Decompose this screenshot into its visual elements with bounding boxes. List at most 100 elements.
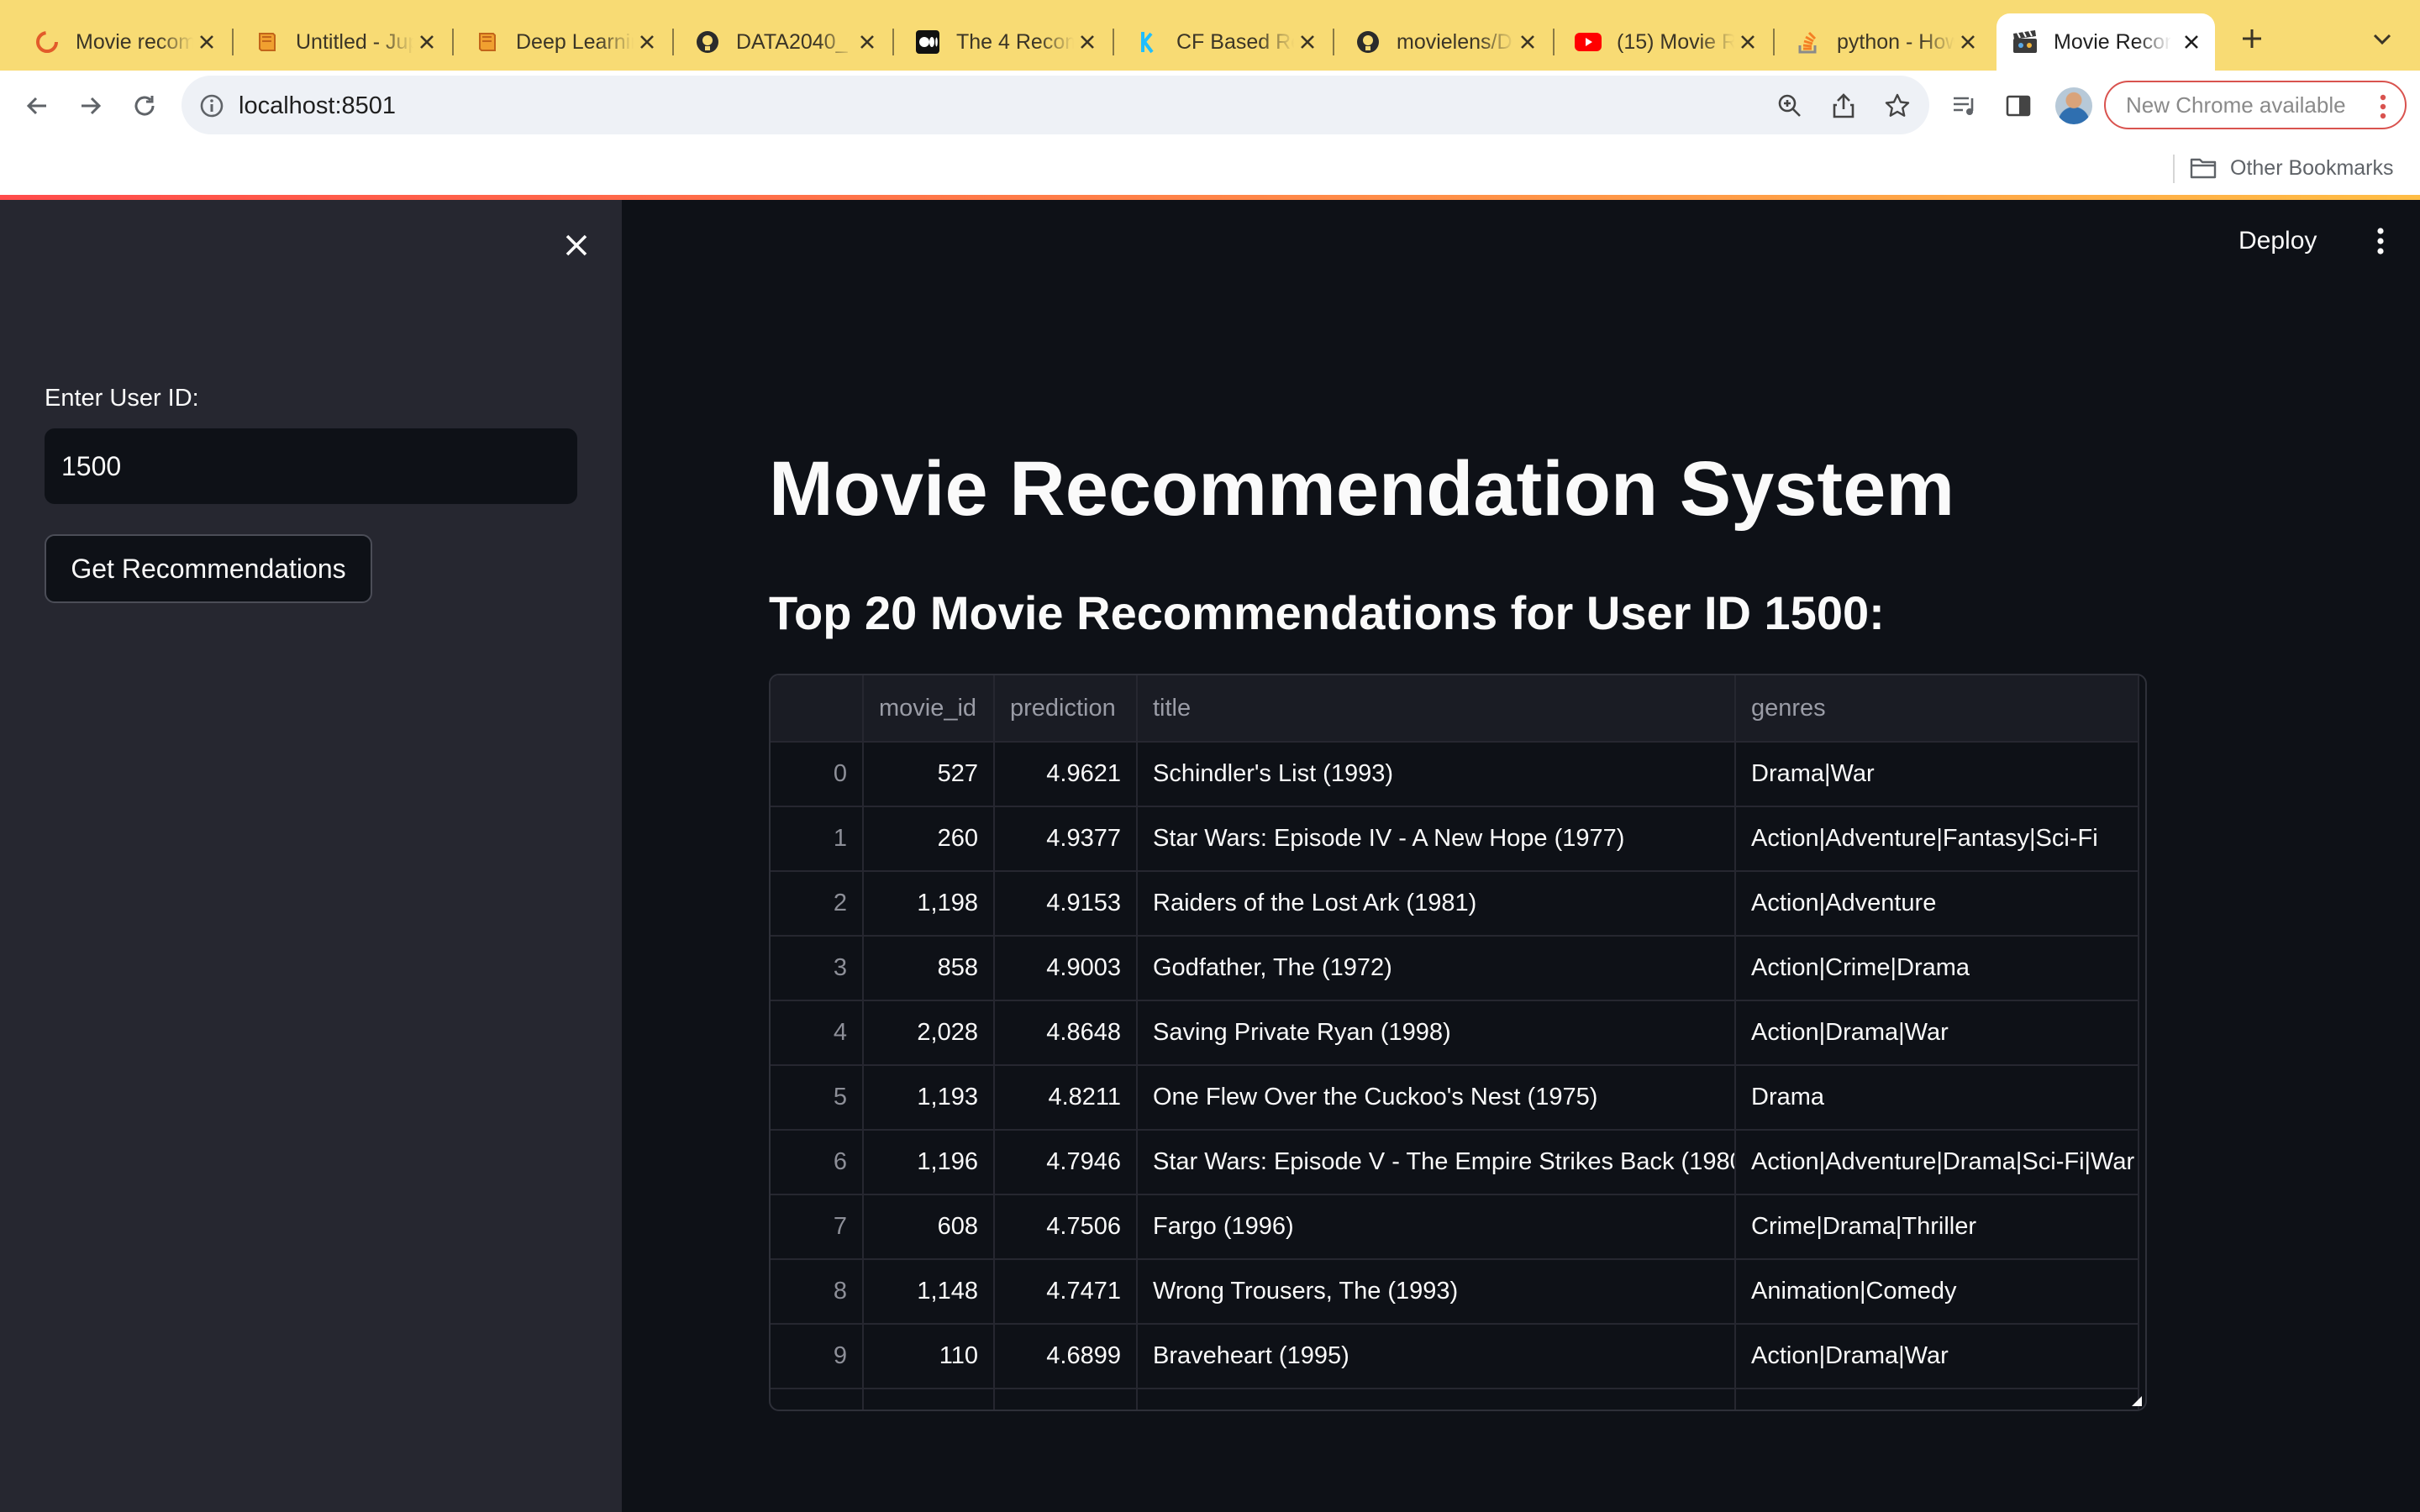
table-row-partial [771,1389,2139,1410]
more-vertical-icon [2380,94,2386,119]
bookmarks-separator [2173,155,2175,183]
movie-id-cell: 608 [863,1194,995,1260]
user-id-input[interactable] [45,428,577,504]
zoom-icon[interactable] [1775,91,1805,121]
main-menu-button[interactable] [2366,227,2395,255]
share-icon[interactable] [1828,91,1859,121]
browser-tab[interactable]: (15) Movie R [1560,13,1771,71]
column-header-index[interactable] [771,675,864,743]
site-info-icon[interactable] [198,92,225,119]
row-index-cell: 2 [771,871,864,937]
column-header-movie-id[interactable]: movie_id [863,675,995,743]
title-cell: Braveheart (1995) [1137,1324,1736,1389]
genres-cell: Action|Drama|War [1735,1000,2139,1066]
row-index-cell: 0 [771,742,864,807]
browser-tab[interactable]: Movie recommendation [18,13,230,71]
close-tab-icon[interactable] [195,30,218,54]
movie-id-cell: 1,198 [863,871,995,937]
profile-avatar[interactable] [2055,87,2092,124]
genres-cell: Drama|War [1735,742,2139,807]
table-row[interactable]: 2 1,198 4.9153 Raiders of the Lost Ark (… [771,871,2139,937]
table-row[interactable]: 3 858 4.9003 Godfather, The (1972) Actio… [771,936,2139,1001]
get-recommendations-button[interactable]: Get Recommendations [45,534,372,603]
browser-tab-title: CF Based Recommendation [1176,29,1294,54]
browser-tab[interactable]: CF Based Recommendation [1119,13,1331,71]
prediction-cell: 4.9621 [994,742,1138,807]
recommendations-table[interactable]: movie_id prediction title genres 0 527 4… [769,674,2147,1411]
resize-handle-icon[interactable] [2132,1396,2142,1406]
title-cell: Star Wars: Episode IV - A New Hope (1977… [1137,806,1736,872]
table-row[interactable]: 9 110 4.6899 Braveheart (1995) Action|Dr… [771,1324,2139,1389]
close-sidebar-button[interactable] [560,228,593,262]
side-panel-icon[interactable] [2002,89,2035,123]
prediction-cell: 4.6899 [994,1324,1138,1389]
tab-separator [1553,29,1555,55]
close-tab-icon[interactable] [1296,30,1319,54]
stackoverflow-icon [1795,29,1822,55]
browser-tab[interactable]: movielens/D [1339,13,1551,71]
table-row[interactable]: 5 1,193 4.8211 One Flew Over the Cuckoo'… [771,1065,2139,1131]
tab-separator [452,29,454,55]
address-bar[interactable] [182,76,1929,134]
row-index-cell: 6 [771,1130,864,1195]
browser-tab-title: Movie recommendation [76,29,193,54]
tab-search-button[interactable] [2368,25,2396,54]
arrow-left-icon [26,97,46,115]
browser-tab-active[interactable]: Movie Recommender [1996,13,2215,71]
forward-button[interactable] [72,87,109,124]
close-tab-icon[interactable] [2180,30,2203,54]
tab-separator [232,29,234,55]
column-header-title[interactable]: title [1137,675,1736,743]
column-header-prediction[interactable]: prediction [994,675,1138,743]
genres-cell: Action|Crime|Drama [1735,936,2139,1001]
prediction-cell: 4.7471 [994,1259,1138,1325]
youtube-icon [1575,29,1602,55]
title-cell [1137,1389,1736,1410]
close-tab-icon[interactable] [1736,30,1760,54]
movie-id-cell: 1,148 [863,1259,995,1325]
close-tab-icon[interactable] [1076,30,1099,54]
genres-cell: Action|Adventure|Drama|Sci-Fi|War [1735,1130,2139,1195]
kaggle-icon [1134,29,1161,55]
back-button[interactable] [18,87,55,124]
table-row[interactable]: 0 527 4.9621 Schindler's List (1993) Dra… [771,742,2139,807]
reload-icon [134,96,155,116]
prediction-cell: 4.7946 [994,1130,1138,1195]
close-tab-icon[interactable] [635,30,659,54]
close-tab-icon[interactable] [1956,30,1980,54]
browser-tab[interactable]: The 4 Recommendation [899,13,1111,71]
browser-tab[interactable]: Untitled - Jupyter [239,13,450,71]
deploy-button[interactable]: Deploy [2238,220,2317,262]
movie-id-cell [863,1389,995,1410]
table-row[interactable]: 1 260 4.9377 Star Wars: Episode IV - A N… [771,806,2139,872]
medium-icon [914,29,941,55]
browser-tab[interactable]: DATA2040_ [679,13,891,71]
close-tab-icon[interactable] [1516,30,1539,54]
browser-tab-title: DATA2040_ [736,29,848,54]
genres-cell: Action|Drama|War [1735,1324,2139,1389]
prediction-cell [994,1389,1138,1410]
movie-id-cell: 1,196 [863,1130,995,1195]
column-header-genres[interactable]: genres [1735,675,2139,743]
media-playlist-icon[interactable] [1948,89,1981,123]
other-bookmarks-folder[interactable]: Other Bookmarks [2190,153,2394,183]
title-cell: Fargo (1996) [1137,1194,1736,1260]
prediction-cell: 4.8648 [994,1000,1138,1066]
table-row[interactable]: 6 1,196 4.7946 Star Wars: Episode V - Th… [771,1130,2139,1195]
bookmark-star-icon[interactable] [1882,91,1912,121]
reload-button[interactable] [126,87,163,124]
url-text[interactable]: localhost:8501 [239,91,396,121]
more-vertical-icon [2377,228,2384,255]
table-row[interactable]: 8 1,148 4.7471 Wrong Trousers, The (1993… [771,1259,2139,1325]
close-tab-icon[interactable] [855,30,879,54]
table-row[interactable]: 4 2,028 4.8648 Saving Private Ryan (1998… [771,1000,2139,1066]
row-index-cell: 1 [771,806,864,872]
close-tab-icon[interactable] [415,30,439,54]
movie-id-cell: 2,028 [863,1000,995,1066]
browser-tab[interactable]: python - How [1780,13,1991,71]
browser-tab[interactable]: Deep Learning [459,13,671,71]
github-icon [694,29,721,55]
chrome-update-button[interactable]: New Chrome available [2104,81,2407,129]
table-row[interactable]: 7 608 4.7506 Fargo (1996) Crime|Drama|Th… [771,1194,2139,1260]
new-tab-button[interactable] [2235,22,2269,55]
